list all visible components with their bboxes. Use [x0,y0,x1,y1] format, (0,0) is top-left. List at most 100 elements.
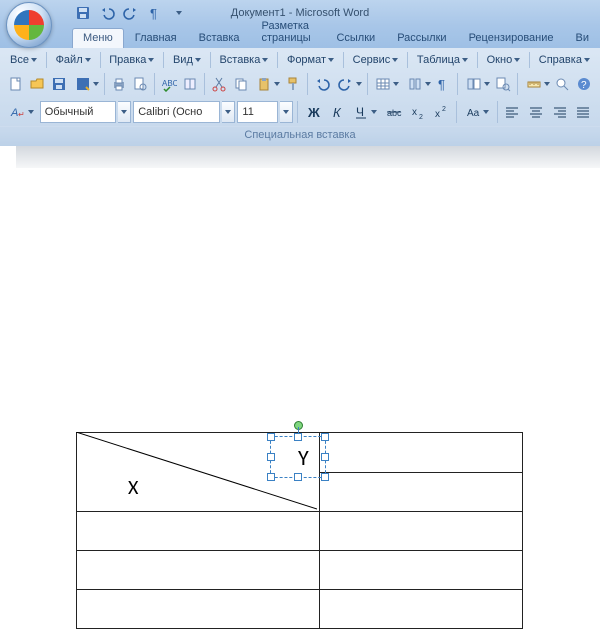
tab-insert[interactable]: Вставка [188,28,251,48]
paste-button[interactable] [252,72,281,96]
menu-help[interactable]: Справка [535,52,594,68]
qat-customize-button[interactable] [168,2,190,24]
tab-review[interactable]: Рецензирование [458,28,565,48]
chevron-down-icon [393,82,399,86]
columns-button[interactable] [403,72,432,96]
office-button[interactable] [6,2,52,48]
insert-table-button[interactable] [371,72,400,96]
strike-button[interactable]: abc [383,100,405,124]
qat-save-button[interactable] [72,2,94,24]
doc-map-button[interactable] [462,72,491,96]
align-center-button[interactable] [525,100,547,124]
show-pilcrow-button[interactable]: ¶ [434,72,454,96]
tab-page-layout[interactable]: Разметка страницы [251,16,326,48]
textbox-text-y[interactable]: Y [298,444,309,471]
chevron-down-icon [462,58,468,62]
chevron-down-icon [225,110,231,114]
qat-undo-button[interactable] [96,2,118,24]
resize-handle[interactable] [294,473,302,481]
redo-icon [338,76,354,92]
menu-file[interactable]: Файл [52,52,95,68]
spellcheck-button[interactable]: ABC [159,72,179,96]
research-button[interactable] [181,72,201,96]
document-area[interactable]: X Y [0,146,600,532]
tab-mailings[interactable]: Рассылки [386,28,457,48]
chevron-down-icon [328,58,334,62]
superscript-button[interactable]: x2 [430,100,452,124]
undo-button[interactable] [312,72,332,96]
cut-button[interactable] [209,72,229,96]
subscript-button[interactable]: x2 [407,100,429,124]
svg-text:x: x [435,109,440,120]
resize-handle[interactable] [267,453,275,461]
table-cell[interactable] [77,551,320,590]
menu-tools[interactable]: Сервис [349,52,403,68]
standard-toolbar: ABC ¶ ? [0,70,600,98]
size-value: 11 [242,106,253,118]
resize-handle[interactable] [294,433,302,441]
underline-button[interactable]: Ч [349,100,381,124]
docmap-icon [466,76,482,92]
tab-home[interactable]: Главная [124,28,188,48]
save-as-icon [75,76,91,92]
find-button[interactable] [493,72,513,96]
style-dropdown[interactable] [118,101,131,123]
italic-button[interactable]: К [326,100,348,124]
menu-view[interactable]: Вид [169,52,205,68]
size-dropdown[interactable] [280,101,293,123]
menu-table[interactable]: Таблица [413,52,472,68]
qat-redo-button[interactable] [120,2,142,24]
subscript-icon: x2 [410,104,426,120]
table-cell[interactable] [77,590,320,629]
font-dropdown[interactable] [222,101,235,123]
table-cell[interactable] [320,433,523,473]
save-as-button[interactable] [71,72,100,96]
table-cell[interactable] [320,472,523,512]
format-painter-button[interactable] [283,72,303,96]
size-selector[interactable]: 11 [237,101,277,123]
open-button[interactable] [28,72,48,96]
new-doc-button[interactable] [6,72,26,96]
cell-text-x[interactable]: X [128,476,138,500]
help-button[interactable]: ? [574,72,594,96]
columns-icon [407,76,423,92]
new-doc-icon [8,76,24,92]
resize-handle[interactable] [321,433,329,441]
ruler-button[interactable] [522,72,551,96]
table-cell[interactable] [77,512,320,551]
style-selector[interactable]: Обычный [40,101,116,123]
table-cell[interactable] [320,512,523,551]
align-right-button[interactable] [549,100,571,124]
save-button[interactable] [49,72,69,96]
table-cell[interactable] [320,551,523,590]
menu-format[interactable]: Формат [283,52,338,68]
align-justify-button[interactable] [572,100,594,124]
chevron-down-icon [425,82,431,86]
bold-button[interactable]: Ж [302,100,324,124]
print-preview-button[interactable] [131,72,151,96]
zoom-button[interactable] [553,72,573,96]
resize-handle[interactable] [267,433,275,441]
menu-edit[interactable]: Правка [105,52,158,68]
font-selector[interactable]: Calibri (Осно [133,101,220,123]
svg-text:?: ? [581,80,587,91]
tab-view[interactable]: Ви [565,28,600,48]
undo-icon [99,5,115,21]
menu-all[interactable]: Все [6,52,41,68]
resize-handle[interactable] [321,473,329,481]
styles-button[interactable]: A↵ [6,100,38,124]
change-case-button[interactable]: Aa [461,100,493,124]
menu-window[interactable]: Окно [483,52,525,68]
find-icon [495,76,511,92]
copy-button[interactable] [231,72,251,96]
redo-button[interactable] [334,72,363,96]
table-cell[interactable] [320,590,523,629]
resize-handle[interactable] [267,473,275,481]
menu-insert[interactable]: Вставка [215,52,272,68]
align-left-button[interactable] [502,100,524,124]
qat-pilcrow-button[interactable]: ¶ [144,2,166,24]
print-button[interactable] [109,72,129,96]
resize-handle[interactable] [321,453,329,461]
tab-references[interactable]: Ссылки [325,28,386,48]
tab-menu[interactable]: Меню [72,28,124,48]
